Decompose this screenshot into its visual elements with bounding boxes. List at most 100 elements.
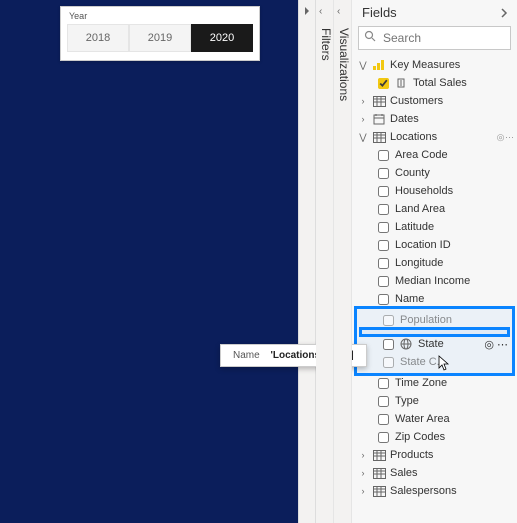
- table-name: Locations: [390, 131, 493, 143]
- table-icon: [372, 449, 386, 461]
- fields-tree: ⋁Key Measures Total Sales › Customers › Dates…: [352, 56, 517, 523]
- field-name: Area Code: [395, 149, 513, 161]
- field-checkbox[interactable]: [378, 396, 389, 407]
- field-name: Name: [395, 293, 513, 305]
- slicer-title: Year: [67, 11, 253, 24]
- chevron-right-icon: [302, 6, 312, 16]
- field-name: Location ID: [395, 239, 513, 251]
- visualizations-label: Visualizations: [337, 28, 351, 101]
- field-name: Latitude: [395, 221, 513, 233]
- slicer-buttons: 201820192020: [67, 24, 253, 52]
- field-checkbox[interactable]: [378, 276, 389, 287]
- field-name: State: [418, 338, 478, 350]
- field-checkbox[interactable]: [383, 357, 394, 368]
- table-icon: [372, 131, 386, 143]
- table-row-salespersons[interactable]: › Salespersons: [352, 482, 517, 500]
- year-slicer[interactable]: Year 201820192020: [60, 6, 260, 61]
- table-name: Salespersons: [390, 485, 513, 497]
- measure-icon: [395, 77, 407, 89]
- fields-pane: Fields ⋁Key Measures Total Sales › Customer…: [352, 0, 517, 523]
- chevron-down-icon: ⋁: [358, 132, 368, 143]
- fields-header: Fields: [352, 0, 517, 23]
- report-canvas[interactable]: Year 201820192020 Name 'Locations'[State…: [0, 0, 298, 523]
- table-row-locations[interactable]: ⋁ Locations ◎ ⋯: [352, 128, 517, 146]
- table-icon: [372, 467, 386, 479]
- field-checkbox[interactable]: [383, 339, 394, 350]
- field-name: Water Area: [395, 413, 513, 425]
- highlighted-field-box: Population State ◎ ⋯ State C...: [354, 306, 515, 376]
- field-row-median-income[interactable]: Median Income: [352, 272, 517, 290]
- field-row-state[interactable]: State ◎ ⋯: [357, 335, 512, 353]
- filters-label: Filters: [319, 28, 333, 61]
- field-name: Population: [400, 314, 508, 326]
- field-checkbox[interactable]: [378, 414, 389, 425]
- field-checkbox[interactable]: [378, 168, 389, 179]
- field-name: Land Area: [395, 203, 513, 215]
- reveal-icon[interactable]: ◎ ⋯: [497, 132, 513, 143]
- date-icon: [372, 113, 386, 125]
- year-button-2018[interactable]: 2018: [67, 24, 129, 52]
- field-name: Zip Codes: [395, 431, 513, 443]
- year-button-2020[interactable]: 2020: [191, 24, 253, 52]
- table-icon: [372, 485, 386, 497]
- field-name: Time Zone: [395, 377, 513, 389]
- chevron-left-icon: ‹: [319, 6, 322, 17]
- field-checkbox[interactable]: [378, 240, 389, 251]
- search-icon: [364, 30, 376, 42]
- field-checkbox[interactable]: [378, 222, 389, 233]
- field-row-time-zone[interactable]: Time Zone: [352, 374, 517, 392]
- search-input[interactable]: [358, 26, 511, 50]
- field-checkbox[interactable]: [378, 432, 389, 443]
- collapsed-panes: ‹ Filters ‹ Visualizations: [316, 0, 352, 523]
- table-row-dates[interactable]: › Dates: [352, 110, 517, 128]
- chevron-right-icon: ›: [358, 114, 368, 124]
- field-row-population[interactable]: Population: [357, 311, 512, 329]
- field-name: State C...: [400, 356, 508, 368]
- field-checkbox[interactable]: [378, 150, 389, 161]
- table-row-customers[interactable]: › Customers: [352, 92, 517, 110]
- table-icon: [372, 95, 386, 107]
- field-row-households[interactable]: Households: [352, 182, 517, 200]
- visualizations-pane-collapsed[interactable]: ‹ Visualizations: [334, 0, 352, 523]
- filters-pane-collapsed[interactable]: ‹ Filters: [316, 0, 334, 523]
- field-row-state-c-[interactable]: State C...: [357, 353, 512, 371]
- year-button-2019[interactable]: 2019: [129, 24, 191, 52]
- pane-collapse-strip[interactable]: [298, 0, 316, 523]
- field-checkbox[interactable]: [378, 204, 389, 215]
- field-checkbox[interactable]: [378, 294, 389, 305]
- field-row-area-code[interactable]: Area Code: [352, 146, 517, 164]
- field-checkbox[interactable]: [378, 258, 389, 269]
- table-name: Customers: [390, 95, 513, 107]
- chevron-right-icon: ›: [358, 486, 368, 496]
- field-row-county[interactable]: County: [352, 164, 517, 182]
- globe-icon: [400, 338, 412, 350]
- table-name: Sales: [390, 467, 513, 479]
- field-row-location-id[interactable]: Location ID: [352, 236, 517, 254]
- chevron-right-icon: ›: [358, 96, 368, 106]
- field-checkbox[interactable]: [378, 378, 389, 389]
- field-row-longitude[interactable]: Longitude: [352, 254, 517, 272]
- field-row-latitude[interactable]: Latitude: [352, 218, 517, 236]
- field-name: County: [395, 167, 513, 179]
- reveal-icon[interactable]: ◎ ⋯: [484, 338, 508, 351]
- field-checkbox[interactable]: [383, 315, 394, 326]
- chevron-down-icon: ⋁: [358, 60, 368, 71]
- chevron-right-icon[interactable]: [499, 8, 509, 18]
- field-checkbox[interactable]: [378, 186, 389, 197]
- field-checkbox[interactable]: [378, 78, 389, 89]
- table-row-key-measures[interactable]: ⋁Key Measures: [352, 56, 517, 74]
- table-name: Products: [390, 449, 513, 461]
- table-name: Dates: [390, 113, 513, 125]
- chevron-right-icon: ›: [358, 468, 368, 478]
- field-name: Longitude: [395, 257, 513, 269]
- field-row-zip-codes[interactable]: Zip Codes: [352, 428, 517, 446]
- field-row-total-sales[interactable]: Total Sales: [352, 74, 517, 92]
- field-name: Total Sales: [413, 77, 513, 89]
- table-row-products[interactable]: › Products: [352, 446, 517, 464]
- field-name: Type: [395, 395, 513, 407]
- table-row-sales[interactable]: › Sales: [352, 464, 517, 482]
- field-row-water-area[interactable]: Water Area: [352, 410, 517, 428]
- chevron-right-icon: ›: [358, 450, 368, 460]
- field-row-land-area[interactable]: Land Area: [352, 200, 517, 218]
- field-row-type[interactable]: Type: [352, 392, 517, 410]
